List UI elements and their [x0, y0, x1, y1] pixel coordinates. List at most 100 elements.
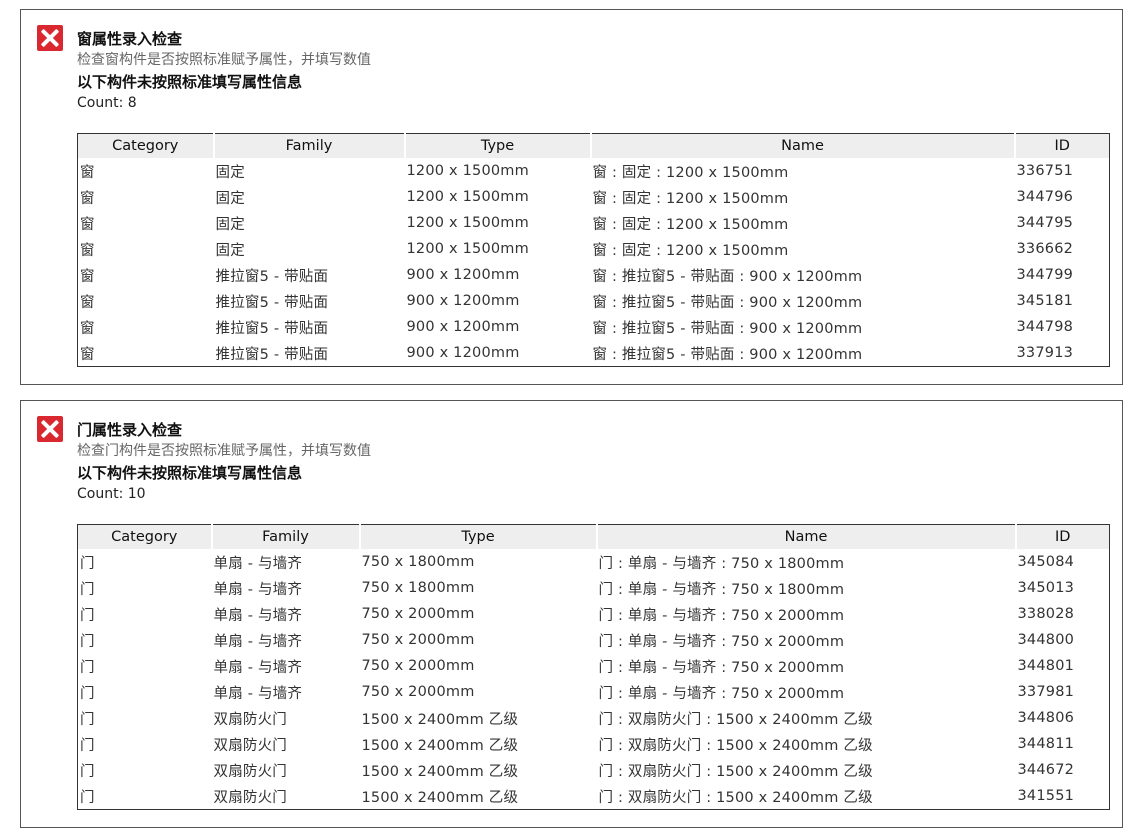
cell-name: 门 : 单扇 - 与墙齐 : 750 x 2000mm	[598, 633, 845, 650]
panel-count: Count: 10	[77, 486, 146, 502]
cell-family: 单扇 - 与墙齐	[213, 581, 303, 598]
cell-name: 窗 : 推拉窗5 - 带贴面 : 900 x 1200mm	[592, 320, 863, 337]
table-row: 门 单扇 - 与墙齐 750 x 2000mm 门 : 单扇 - 与墙齐 : 750 …	[78, 627, 1110, 653]
cell-family: 双扇防火门	[213, 789, 287, 806]
cell-name: 窗 : 推拉窗5 - 带贴面 : 900 x 1200mm	[592, 294, 863, 311]
results-table: Category Family Type Name ID 门单扇 - 与墙齐 75…	[77, 524, 1110, 810]
cell-id: 344811	[1017, 736, 1075, 752]
cell-category: 窗	[80, 294, 95, 311]
table-row: 窗 推拉窗5 - 带贴面 900 x 1200mm 窗 : 推拉窗5 - 带贴面 : …	[78, 340, 1110, 367]
cell-id: 341551	[1017, 788, 1075, 804]
cell-type: 1200 x 1500mm	[406, 189, 529, 205]
cell-category: 窗	[80, 320, 95, 337]
cell-type: 900 x 1200mm	[406, 345, 520, 361]
cell-type: 1500 x 2400mm 乙级	[361, 789, 519, 806]
cell-category: 窗	[80, 268, 95, 285]
table-row: 窗 固定 1200 x 1500mm 窗 : 固定 : 1200 x 1500mm 34…	[78, 210, 1110, 236]
cell-type: 750 x 1800mm	[361, 554, 475, 570]
panel-count: Count: 8	[77, 95, 137, 111]
column-header-family: Family	[212, 133, 405, 158]
cell-id: 345181	[1016, 293, 1074, 309]
cell-type: 1200 x 1500mm	[406, 215, 529, 231]
cell-name: 门 : 双扇防火门 : 1500 x 2400mm 乙级	[598, 711, 873, 728]
column-header-name: Name	[595, 524, 1016, 549]
panel-heading: 以下构件未按照标准填写属性信息	[77, 73, 303, 91]
table-row: 门 单扇 - 与墙齐 750 x 2000mm 门 : 单扇 - 与墙齐 : 750 …	[78, 679, 1110, 705]
table-row: 门 双扇防火门 1500 x 2400mm 乙级 门 : 双扇防火门 : 1500 x…	[78, 783, 1110, 810]
column-header-name: Name	[589, 133, 1015, 158]
table-row: 窗 固定 1200 x 1500mm 窗 : 固定 : 1200 x 1500mm 33…	[78, 236, 1110, 262]
cell-id: 337913	[1016, 345, 1074, 361]
cell-name: 窗 : 固定 : 1200 x 1500mm	[592, 190, 789, 207]
fail-x-icon	[37, 25, 63, 51]
cell-name: 门 : 单扇 - 与墙齐 : 750 x 2000mm	[598, 607, 845, 624]
cell-family: 推拉窗5 - 带贴面	[215, 294, 329, 311]
cell-name: 门 : 单扇 - 与墙齐 : 750 x 1800mm	[598, 555, 845, 572]
cell-type: 1200 x 1500mm	[406, 163, 529, 179]
cell-type: 750 x 2000mm	[361, 658, 475, 674]
cell-category: 门	[80, 581, 95, 598]
cell-id: 336751	[1016, 163, 1074, 179]
column-header-id: ID	[1014, 524, 1110, 549]
cell-name: 门 : 双扇防火门 : 1500 x 2400mm 乙级	[598, 789, 873, 806]
cell-category: 门	[80, 633, 95, 650]
cell-name: 窗 : 固定 : 1200 x 1500mm	[592, 216, 789, 233]
cell-category: 门	[80, 555, 95, 572]
cell-family: 双扇防火门	[213, 763, 287, 780]
cell-id: 344801	[1017, 658, 1075, 674]
cell-id: 344800	[1017, 632, 1075, 648]
cell-id: 344799	[1016, 267, 1074, 283]
cell-category: 门	[80, 789, 95, 806]
table-row: 门 双扇防火门 1500 x 2400mm 乙级 门 : 双扇防火门 : 1500 x…	[78, 705, 1110, 731]
cell-category: 窗	[80, 346, 95, 363]
fail-x-icon	[37, 416, 63, 442]
cell-family: 单扇 - 与墙齐	[213, 633, 303, 650]
cell-type: 750 x 2000mm	[361, 684, 475, 700]
cell-name: 窗 : 固定 : 1200 x 1500mm	[592, 164, 789, 181]
cell-family: 推拉窗5 - 带贴面	[215, 346, 329, 363]
cell-id: 344672	[1017, 762, 1075, 778]
cell-name: 门 : 双扇防火门 : 1500 x 2400mm 乙级	[598, 737, 873, 754]
table-row: 窗 固定 1200 x 1500mm 窗 : 固定 : 1200 x 1500mm 34…	[78, 184, 1110, 210]
table-row: 门 双扇防火门 1500 x 2400mm 乙级 门 : 双扇防火门 : 1500 x…	[78, 757, 1110, 783]
door-check-panel: 门属性录入检查 检查门构件是否按照标准赋予属性，并填写数值 以下构件未按照标准填…	[20, 400, 1123, 828]
cell-category: 门	[80, 607, 95, 624]
panel-heading: 以下构件未按照标准填写属性信息	[77, 464, 303, 482]
cell-type: 750 x 1800mm	[361, 580, 475, 596]
table-row: 门 单扇 - 与墙齐 750 x 1800mm 门 : 单扇 - 与墙齐 : 750 …	[78, 575, 1110, 601]
cell-family: 推拉窗5 - 带贴面	[215, 320, 329, 337]
column-header-category: Category	[77, 133, 214, 158]
cell-family: 推拉窗5 - 带贴面	[215, 268, 329, 285]
cell-category: 窗	[80, 190, 95, 207]
table-header-row: Category Family Type Name ID	[77, 524, 1110, 549]
table-row: 门 单扇 - 与墙齐 750 x 2000mm 门 : 单扇 - 与墙齐 : 750 …	[78, 653, 1110, 679]
column-header-type: Type	[403, 133, 591, 158]
cell-type: 900 x 1200mm	[406, 293, 520, 309]
cell-type: 750 x 2000mm	[361, 606, 475, 622]
cell-id: 344798	[1016, 319, 1074, 335]
cell-name: 门 : 单扇 - 与墙齐 : 750 x 1800mm	[598, 581, 845, 598]
panel-title: 门属性录入检查	[77, 421, 183, 439]
panel-subtitle: 检查门构件是否按照标准赋予属性，并填写数值	[77, 443, 371, 459]
column-header-family: Family	[210, 524, 360, 549]
cell-id: 337981	[1017, 684, 1075, 700]
table-row: 门 双扇防火门 1500 x 2400mm 乙级 门 : 双扇防火门 : 1500 x…	[78, 731, 1110, 757]
cell-family: 双扇防火门	[213, 737, 287, 754]
column-header-id: ID	[1013, 133, 1110, 158]
cell-family: 固定	[215, 190, 245, 207]
table-header-row: Category Family Type Name ID	[77, 133, 1110, 158]
cell-name: 窗 : 固定 : 1200 x 1500mm	[592, 242, 789, 259]
cell-id: 344795	[1016, 215, 1074, 231]
cell-type: 900 x 1200mm	[406, 319, 520, 335]
cell-type: 1500 x 2400mm 乙级	[361, 763, 519, 780]
cell-name: 门 : 双扇防火门 : 1500 x 2400mm 乙级	[598, 763, 873, 780]
cell-name: 窗 : 推拉窗5 - 带贴面 : 900 x 1200mm	[592, 268, 863, 285]
cell-id: 344796	[1016, 189, 1074, 205]
table-row: 窗 推拉窗5 - 带贴面 900 x 1200mm 窗 : 推拉窗5 - 带贴面 : …	[78, 314, 1110, 340]
cell-type: 1500 x 2400mm 乙级	[361, 737, 519, 754]
table-row: 门 单扇 - 与墙齐 750 x 1800mm 门 : 单扇 - 与墙齐 : 750 …	[78, 549, 1110, 575]
panel-title: 窗属性录入检查	[77, 30, 183, 48]
results-table: Category Family Type Name ID 窗固定 1200 x 1…	[77, 133, 1110, 367]
cell-type: 1500 x 2400mm 乙级	[361, 711, 519, 728]
cell-name: 门 : 单扇 - 与墙齐 : 750 x 2000mm	[598, 685, 845, 702]
